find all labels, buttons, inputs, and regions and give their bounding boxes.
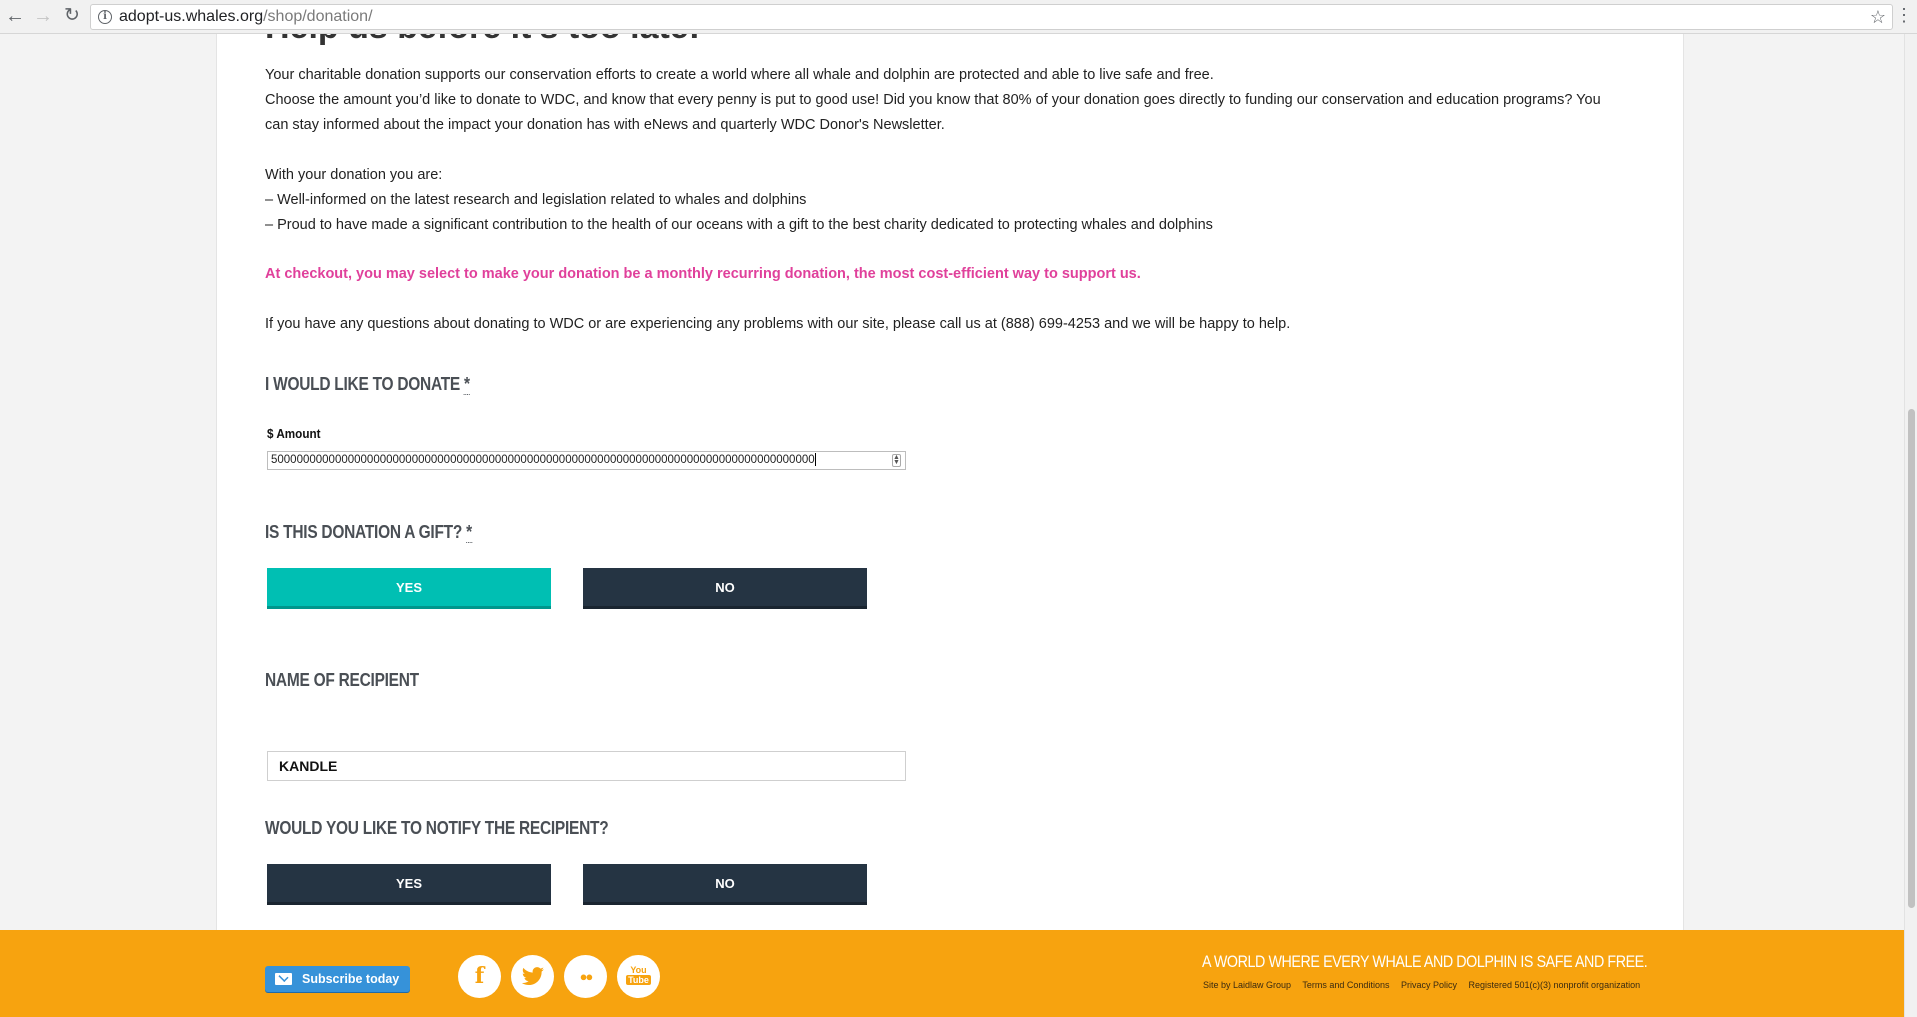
benefits-heading: With your donation you are:: [265, 167, 443, 183]
footer-link-privacy[interactable]: Privacy Policy: [1401, 980, 1457, 990]
scrollbar-thumb[interactable]: [1908, 409, 1915, 908]
subscribe-label: Subscribe today: [302, 972, 400, 986]
required-mark: *: [464, 374, 470, 395]
back-arrow-icon[interactable]: ←: [2, 3, 28, 29]
footer-link-registered: Registered 501(c)(3) nonprofit organizat…: [1468, 980, 1641, 990]
notify-section-label: WOULD YOU LIKE TO NOTIFY THE RECIPIENT?: [265, 818, 609, 838]
footer-link-site-by[interactable]: Site by Laidlaw Group: [1203, 980, 1291, 990]
footer-tagline: A WORLD WHERE EVERY WHALE AND DOLPHIN IS…: [1202, 952, 1648, 971]
address-bar[interactable]: i adopt-us.whales.org/shop/donation/ ☆: [90, 4, 1893, 30]
text-caret: [814, 453, 816, 467]
benefit-item-2: – Proud to have made a significant contr…: [265, 217, 1213, 233]
reload-icon[interactable]: ↻: [59, 3, 85, 29]
flickr-icon[interactable]: ●●: [564, 955, 607, 998]
recipient-name-input[interactable]: KANDLE: [267, 751, 906, 781]
browser-toolbar: ← → ↻ i adopt-us.whales.org/shop/donatio…: [0, 0, 1917, 34]
url-host: adopt-us.whales.org: [119, 8, 264, 25]
recipient-section-label: NAME OF RECIPIENT: [265, 670, 419, 690]
mail-icon: [275, 973, 292, 985]
required-mark: *: [466, 522, 472, 543]
intro-paragraph-2: Choose the amount you’d like to donate t…: [265, 92, 1601, 133]
contact-note: If you have any questions about donating…: [265, 316, 1291, 332]
forward-arrow-icon[interactable]: →: [30, 3, 56, 29]
footer-link-terms[interactable]: Terms and Conditions: [1302, 980, 1389, 990]
donate-label-text: I WOULD LIKE TO DONATE: [265, 374, 460, 394]
gift-no-button[interactable]: NO: [583, 568, 867, 609]
facebook-icon[interactable]: f: [458, 955, 501, 998]
number-spinner[interactable]: ▲ ▼: [892, 454, 901, 467]
gift-yes-button[interactable]: YES: [267, 568, 551, 609]
browser-menu-icon[interactable]: ⋮: [1895, 5, 1913, 26]
amount-value: 5000000000000000000000000000000000000000…: [271, 454, 815, 466]
page-heading: Help us before it's too late!: [265, 34, 700, 47]
twitter-icon[interactable]: [511, 955, 554, 998]
gift-label-text: IS THIS DONATION A GIFT?: [265, 522, 463, 542]
bookmark-star-icon[interactable]: ☆: [1870, 5, 1886, 29]
gift-section-label: IS THIS DONATION A GIFT? *: [265, 522, 472, 543]
amount-input[interactable]: 5000000000000000000000000000000000000000…: [267, 451, 906, 470]
donate-section-label: I WOULD LIKE TO DONATE *: [265, 374, 470, 395]
footer-links: Site by Laidlaw Group Terms and Conditio…: [1203, 980, 1649, 990]
amount-label: $ Amount: [267, 426, 321, 441]
benefit-item-1: – Well-informed on the latest research a…: [265, 192, 807, 208]
youtube-icon[interactable]: You Tube: [617, 955, 660, 998]
site-footer: Subscribe today f ●● You Tube A WORLD WHE…: [0, 930, 1904, 1017]
intro-paragraph-1: Your charitable donation supports our co…: [265, 67, 1214, 83]
url-path: /shop/donation/: [263, 8, 373, 25]
notify-no-button[interactable]: NO: [583, 864, 867, 905]
vertical-scrollbar[interactable]: [1904, 34, 1917, 1017]
page-viewport: Help us before it's too late! Your chari…: [0, 34, 1904, 1017]
recurring-note: At checkout, you may select to make your…: [265, 266, 1141, 282]
notify-yes-button[interactable]: YES: [267, 864, 551, 905]
info-icon[interactable]: i: [98, 10, 112, 24]
subscribe-button[interactable]: Subscribe today: [265, 966, 410, 992]
twitter-bird-glyph: [521, 967, 544, 985]
